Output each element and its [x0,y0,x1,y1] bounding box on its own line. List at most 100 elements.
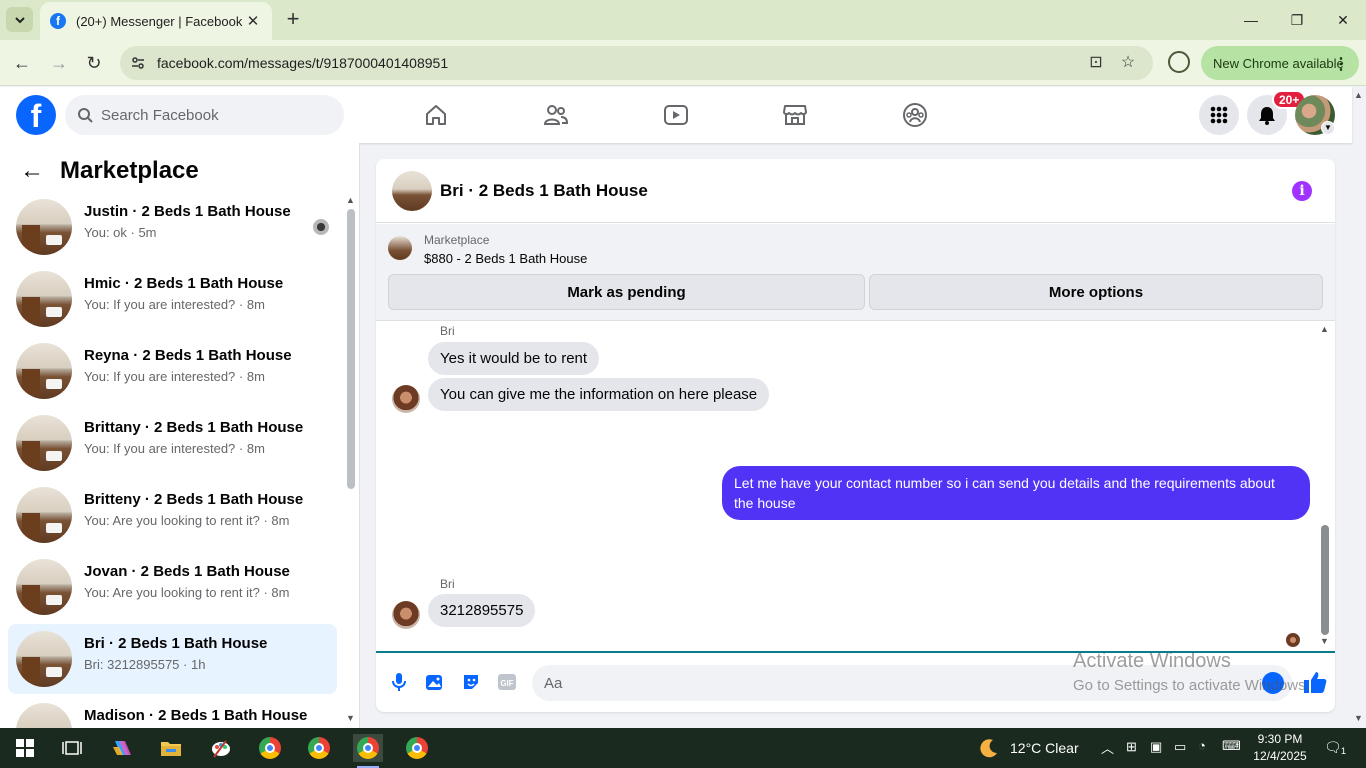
chrome-profile-2-icon[interactable] [304,734,334,762]
update-chip-label: New Chrome available [1213,55,1344,71]
sender-avatar[interactable] [392,601,420,629]
close-window-button[interactable]: ✕ [1332,9,1354,31]
nav-marketplace-icon[interactable] [781,101,809,129]
listing-thumbnail-small[interactable] [388,236,412,260]
keyboard-icon[interactable]: ⌨ [1222,738,1241,754]
task-view-icon[interactable] [57,734,87,762]
emoji-icon[interactable] [1262,672,1284,694]
page-scroll-up-icon[interactable]: ▲ [1354,90,1363,100]
nav-groups-icon[interactable] [901,101,929,129]
windows-start-icon[interactable] [10,734,40,762]
facebook-favicon-icon: f [50,13,66,29]
photo-attach-icon[interactable] [424,671,446,693]
info-icon[interactable]: i [1292,181,1312,201]
gif-icon[interactable]: GIF [496,671,518,693]
restore-button[interactable]: ❐ [1286,9,1308,31]
chat-scroll-up-icon[interactable]: ▲ [1320,324,1329,334]
conversation-preview: You: If you are interested? · 8m [84,441,265,456]
chrome-menu-icon[interactable]: ⋮ [1333,54,1349,74]
url-text: facebook.com/messages/t/9187000401408951 [157,55,449,71]
weather-moon-icon[interactable] [974,734,1004,762]
tray-app-icon[interactable]: ⊞ [1126,739,1137,755]
conversation-item[interactable]: Justin · 2 Beds 1 Bath House You: ok · 5… [8,192,337,262]
install-app-icon[interactable]: ⊡ [1087,54,1105,72]
chat-scrollbar[interactable] [1321,525,1329,635]
chat-scroll-down-icon[interactable]: ▼ [1320,636,1329,646]
new-chrome-available-button[interactable]: New Chrome available ⋮ [1201,46,1359,80]
chat-listing-avatar[interactable] [392,171,432,211]
notification-center-icon[interactable]: 🗨 [1324,739,1342,756]
conversation-name: Madison · 2 Beds 1 Bath House [84,707,308,724]
address-bar[interactable]: facebook.com/messages/t/9187000401408951… [120,46,1153,80]
conversation-list-scrollbar[interactable] [347,209,355,489]
message-sender-name: Bri [440,324,455,338]
close-tab-icon[interactable]: ✕ [244,12,262,30]
browser-titlebar: f (20+) Messenger | Facebook ✕ + — ❐ ✕ [0,0,1366,40]
listing-price[interactable]: $880 - 2 Beds 1 Bath House [424,251,587,266]
facebook-logo-icon[interactable]: f [16,95,56,135]
conversation-item-active[interactable]: Bri · 2 Beds 1 Bath House Bri: 321289557… [8,624,337,694]
listing-thumbnail [16,415,72,471]
forward-button[interactable]: → [47,51,71,75]
scroll-down-arrow-icon[interactable]: ▼ [346,713,355,723]
chevron-down-icon [14,16,25,23]
minimize-button[interactable]: — [1240,9,1262,31]
menu-grid-button[interactable] [1199,95,1239,135]
chrome-active-icon[interactable] [353,734,383,768]
incoming-message[interactable]: Yes it would be to rent [428,342,600,375]
reload-button[interactable]: ↻ [82,51,106,75]
bookmark-star-icon[interactable]: ☆ [1119,54,1137,72]
chrome-profile-k-icon[interactable] [255,734,285,762]
nav-friends-icon[interactable] [542,101,570,129]
incoming-message[interactable]: 3212895575 [428,594,536,627]
page-scroll-down-icon[interactable]: ▼ [1354,713,1363,723]
mark-as-pending-button[interactable]: Mark as pending [388,274,865,310]
new-tab-button[interactable]: + [282,8,304,30]
search-icon [78,108,93,123]
conversation-item[interactable]: Brittany · 2 Beds 1 Bath House You: If y… [8,408,337,478]
file-explorer-icon[interactable] [156,734,186,762]
sticker-icon[interactable] [460,671,482,693]
browser-tab-messenger[interactable]: f (20+) Messenger | Facebook ✕ [40,2,272,40]
back-button[interactable]: ← [10,51,34,75]
tray-meet-icon[interactable]: ▣ [1150,739,1162,755]
conversation-preview: You: Are you looking to rent it? · 8m [84,585,290,600]
weather-text[interactable]: 12°C Clear [1010,740,1079,756]
paint-app-icon[interactable] [206,734,236,762]
more-options-button[interactable]: More options [869,274,1323,310]
conversation-item[interactable]: Jovan · 2 Beds 1 Bath House You: Are you… [8,552,337,622]
battery-icon[interactable]: ▭ [1174,739,1186,755]
wifi-icon[interactable]: ◔ [1198,738,1206,753]
notification-count: 1 [1341,746,1347,756]
conversation-item[interactable]: Hmic · 2 Beds 1 Bath House You: If you a… [8,264,337,334]
nav-watch-icon[interactable] [662,101,690,129]
conversation-name: Reyna · 2 Beds 1 Bath House [84,347,292,364]
clock-date: 12/4/2025 [1253,749,1307,763]
facebook-search-input[interactable]: Search Facebook [65,95,344,135]
outgoing-message[interactable]: Let me have your contact number so i can… [722,466,1310,520]
site-info-icon[interactable] [130,55,146,71]
scroll-up-arrow-icon[interactable]: ▲ [346,195,355,205]
tab-search-button[interactable] [6,7,33,32]
conversation-item[interactable]: Madison · 2 Beds 1 Bath House [8,696,337,728]
thumbs-up-icon[interactable] [1302,669,1328,695]
chrome-profile-3-icon[interactable] [402,734,432,762]
conversation-item[interactable]: Reyna · 2 Beds 1 Bath House You: If you … [8,336,337,406]
nav-home-icon[interactable] [422,101,450,129]
copilot-icon[interactable] [107,734,137,762]
show-hidden-icons-chevron-icon[interactable]: ︿ [1101,738,1114,757]
chat-title[interactable]: Bri · 2 Beds 1 Bath House [440,181,648,201]
conversation-name: Jovan · 2 Beds 1 Bath House [84,563,290,580]
conversation-item[interactable]: Britteny · 2 Beds 1 Bath House You: Are … [8,480,337,550]
microphone-icon[interactable] [388,671,410,693]
sender-avatar[interactable] [392,385,420,413]
conversation-name: Bri · 2 Beds 1 Bath House [84,635,268,652]
back-arrow-icon[interactable]: ← [20,159,44,183]
incoming-message[interactable]: You can give me the information on here … [428,378,770,411]
listing-thumbnail [16,631,72,687]
account-chevron-icon[interactable]: ▼ [1321,121,1335,135]
chat-header: Bri · 2 Beds 1 Bath House i [376,159,1335,223]
system-clock[interactable]: 9:30 PM 12/4/2025 [1252,731,1308,765]
chrome-profile-icon[interactable] [1168,51,1190,73]
message-input[interactable]: Aa [532,665,1292,701]
